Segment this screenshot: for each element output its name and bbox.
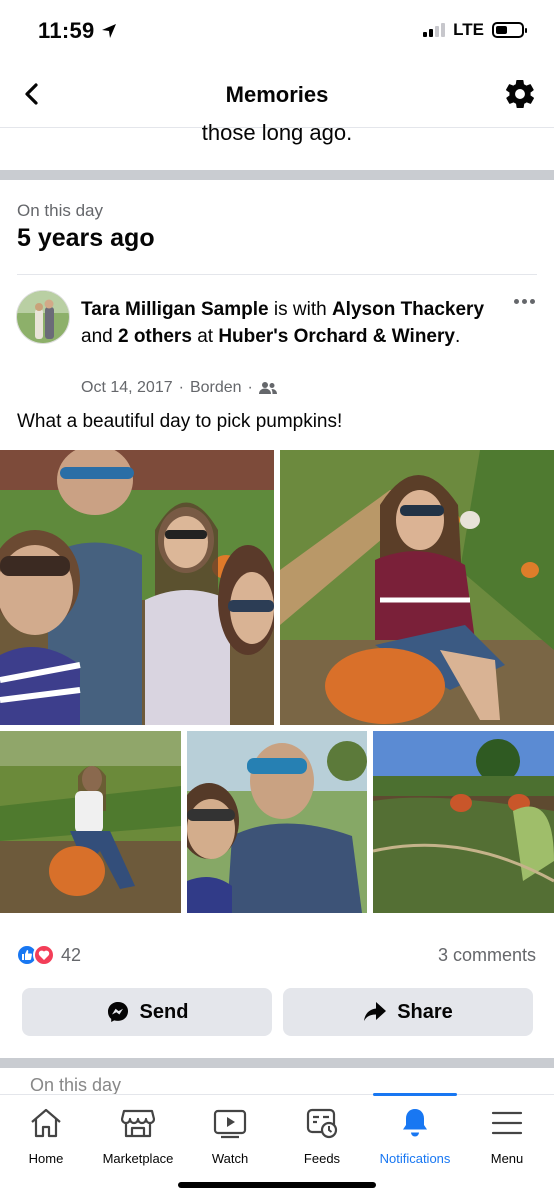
friends-audience-icon xyxy=(258,382,277,394)
post-photo[interactable] xyxy=(373,731,554,913)
post-date[interactable]: Oct 14, 2017 xyxy=(81,379,173,397)
post-location[interactable]: Borden xyxy=(190,379,242,397)
share-button[interactable]: Share xyxy=(283,988,533,1036)
place-link[interactable]: Huber's Orchard & Winery xyxy=(218,326,455,347)
tab-label: Marketplace xyxy=(102,1151,174,1166)
gear-icon xyxy=(506,79,534,109)
tab-feeds[interactable]: Feeds xyxy=(276,1105,368,1166)
battery-icon xyxy=(492,22,527,38)
section-divider xyxy=(0,170,554,180)
section-title: 5 years ago xyxy=(17,224,155,252)
post-text: What a beautiful day to pick pumpkins! xyxy=(17,411,343,432)
post-header-text: is with xyxy=(273,299,327,320)
post-photo[interactable] xyxy=(280,450,554,725)
home-icon xyxy=(28,1105,64,1141)
status-indicators: LTE xyxy=(423,20,527,40)
tab-menu[interactable]: Menu xyxy=(461,1105,553,1166)
bell-icon xyxy=(397,1105,433,1141)
next-card-peek: On this day xyxy=(30,1075,122,1094)
reaction-count: 42 xyxy=(61,944,82,965)
others-link[interactable]: 2 others xyxy=(118,326,192,347)
send-label: Send xyxy=(139,1000,189,1023)
post-header-text: and xyxy=(81,326,113,347)
marketplace-icon xyxy=(120,1105,156,1141)
tab-home[interactable]: Home xyxy=(0,1105,92,1166)
watch-icon xyxy=(212,1105,248,1141)
section-divider xyxy=(0,1058,554,1068)
location-arrow-icon xyxy=(101,24,116,38)
tab-label: Notifications xyxy=(379,1151,451,1166)
post-header-text: at xyxy=(197,326,214,347)
tab-notifications[interactable]: Notifications xyxy=(369,1105,461,1166)
divider xyxy=(17,274,537,275)
author-link[interactable]: Tara Milligan Sample xyxy=(81,299,269,320)
tab-marketplace[interactable]: Marketplace xyxy=(92,1105,184,1166)
page-title: Memories xyxy=(225,82,329,107)
tab-label: Menu xyxy=(490,1151,524,1166)
post-photo[interactable] xyxy=(0,450,274,725)
share-arrow-icon xyxy=(364,1002,387,1021)
network-label: LTE xyxy=(453,20,484,39)
love-reaction-icon xyxy=(33,944,55,966)
home-indicator[interactable] xyxy=(178,1182,376,1188)
post-meta: Oct 14, 2017 · Borden · xyxy=(81,379,277,397)
share-label: Share xyxy=(397,1000,453,1023)
tab-label: Watch xyxy=(211,1151,249,1166)
clock-text: 11:59 xyxy=(38,18,95,43)
messenger-icon xyxy=(107,1002,128,1022)
post-header: Tara Milligan Sample is with Alyson Thac… xyxy=(81,296,511,350)
tab-label: Feeds xyxy=(303,1151,341,1166)
avatar[interactable] xyxy=(16,290,70,344)
section-label: On this day xyxy=(17,201,103,220)
previous-card-text: those long ago. xyxy=(201,120,353,145)
feeds-icon xyxy=(304,1105,340,1141)
status-bar: 11:59 LTE xyxy=(0,0,554,62)
post-photo[interactable] xyxy=(0,731,181,913)
tab-watch[interactable]: Watch xyxy=(184,1105,276,1166)
active-tab-indicator xyxy=(373,1093,457,1096)
tab-label: Home xyxy=(28,1151,64,1166)
bottom-tab-bar: Home Marketplace Watch Feeds Notificatio… xyxy=(0,1093,554,1200)
tagged-person-link[interactable]: Alyson Thackery xyxy=(332,299,484,320)
send-button[interactable]: Send xyxy=(22,988,272,1036)
menu-icon xyxy=(489,1105,525,1141)
status-time: 11:59 xyxy=(38,18,117,44)
signal-icon xyxy=(423,23,446,37)
more-options-button[interactable] xyxy=(510,290,538,312)
nav-bar: Memories xyxy=(0,62,554,128)
settings-button[interactable] xyxy=(500,74,540,114)
comments-count[interactable]: 3 comments xyxy=(438,945,536,966)
post-photo[interactable] xyxy=(187,731,367,913)
post-header-text: . xyxy=(454,326,461,347)
reactions-summary[interactable]: 42 xyxy=(16,944,81,966)
